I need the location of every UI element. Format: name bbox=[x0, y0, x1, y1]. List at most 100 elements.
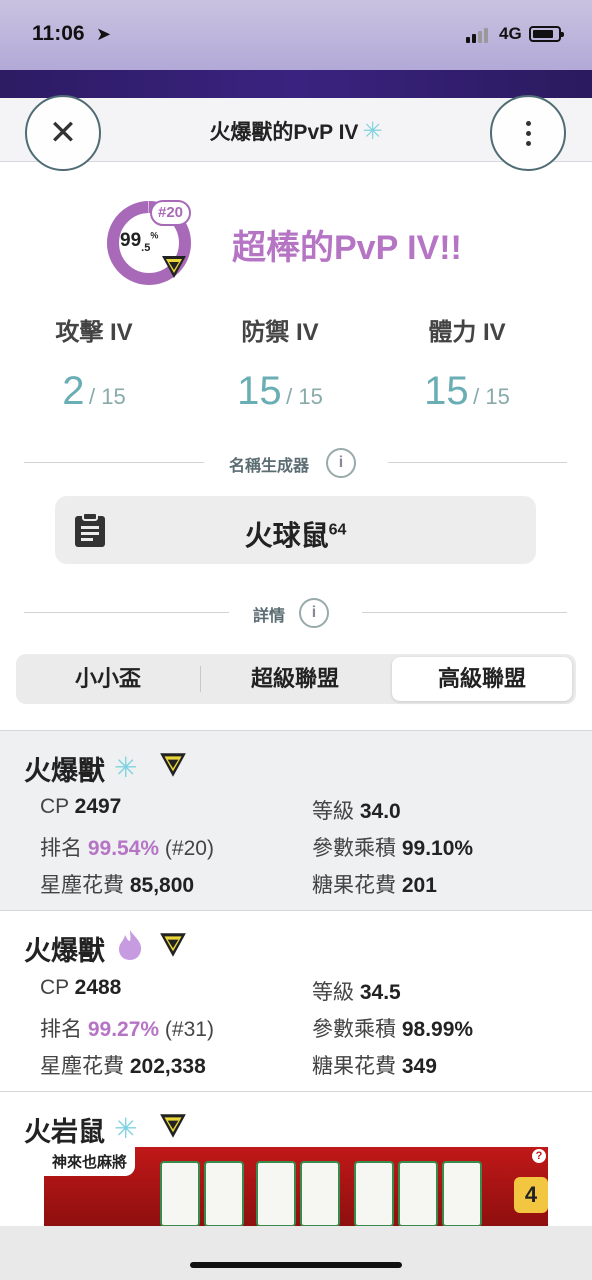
details-section: 詳情 i bbox=[24, 598, 567, 628]
more-options-button[interactable] bbox=[490, 95, 566, 171]
info-icon[interactable]: i bbox=[326, 448, 356, 478]
mahjong-tile bbox=[256, 1161, 296, 1227]
cp-row: CP 2488 bbox=[40, 976, 121, 1000]
league-tab-little[interactable]: 小小盃 bbox=[16, 654, 200, 704]
pokemon-name: 火爆獸 bbox=[24, 936, 105, 966]
rank-row: 排名 99.27% (#31) bbox=[40, 1013, 214, 1043]
dust-value: 85,800 bbox=[129, 874, 195, 897]
stat-value: 98.99% bbox=[401, 1018, 474, 1041]
snowflake-icon: ✳ bbox=[362, 118, 383, 145]
stamina-iv-value: 15 bbox=[424, 369, 469, 413]
dust-row: 星塵花費 202,338 bbox=[40, 1050, 206, 1080]
signal-icon bbox=[466, 28, 488, 43]
name-generator-section: 名稱生成器 i bbox=[24, 448, 567, 478]
mahjong-tile bbox=[398, 1161, 438, 1227]
battery-icon bbox=[529, 26, 564, 42]
dust-row: 星塵花費 85,800 bbox=[40, 869, 194, 899]
league-tab-great[interactable]: 超級聯盟 bbox=[200, 654, 390, 704]
cp-value: 2497 bbox=[74, 795, 122, 818]
divider bbox=[24, 612, 229, 613]
generated-name-suffix: 64 bbox=[328, 521, 347, 539]
attack-iv-label: 攻擊 IV bbox=[55, 319, 133, 346]
stat-product-row: 參數乘積 99.10% bbox=[312, 832, 473, 862]
mahjong-tile bbox=[300, 1161, 340, 1227]
league-tab-ultra[interactable]: 高級聯盟 bbox=[392, 657, 572, 701]
stamina-iv-max: / 15 bbox=[473, 384, 510, 409]
rank-row: 排名 99.54% (#20) bbox=[40, 832, 214, 862]
generated-name-text: 火球鼠 bbox=[244, 520, 329, 551]
dust-label: 星塵花費 bbox=[40, 1055, 124, 1078]
status-bar: 11:06 ➤ 4G bbox=[0, 0, 592, 70]
attack-iv: 攻擊 IV 2 / 15 bbox=[4, 312, 184, 414]
cp-value: 2488 bbox=[74, 976, 122, 999]
candy-value: 349 bbox=[401, 1055, 437, 1078]
rank-pct: 99.27% bbox=[87, 1018, 160, 1041]
divider bbox=[24, 462, 204, 463]
iv-rating-headline: 超棒的PvP IV!! bbox=[232, 229, 462, 267]
rank-badge: #20 bbox=[150, 200, 192, 226]
ad-title: 神來也麻將 bbox=[44, 1147, 136, 1176]
ultra-league-icon bbox=[160, 1114, 186, 1138]
ultra-league-icon bbox=[162, 256, 186, 278]
top-banner bbox=[0, 70, 592, 98]
rank-pct: 99.54% bbox=[87, 837, 160, 860]
divider bbox=[388, 462, 567, 463]
result-card[interactable]: 火爆獸 CP 2488 等級 34.5 排名 99.27% (#31) 參數乘積… bbox=[0, 910, 592, 1091]
level-label: 等級 bbox=[312, 981, 354, 1004]
rank-num: (#31) bbox=[164, 1018, 214, 1041]
result-card[interactable]: 火爆獸 ✳ CP 2497 等級 34.0 排名 99.54% (#20) 參數… bbox=[0, 730, 592, 910]
candy-row: 糖果花費 201 bbox=[312, 869, 437, 899]
advertisement-banner[interactable]: 神來也麻將 ? 4 bbox=[44, 1147, 548, 1227]
stat-label: 參數乘積 bbox=[312, 837, 396, 860]
stamina-iv: 體力 IV 15 / 15 bbox=[377, 312, 557, 414]
close-icon: ✕ bbox=[48, 114, 78, 152]
cp-label: CP bbox=[40, 976, 69, 999]
level-value: 34.5 bbox=[359, 981, 401, 1004]
candy-label: 糖果花費 bbox=[312, 874, 396, 897]
generated-name-box[interactable]: 火球鼠64 bbox=[55, 496, 536, 564]
league-selector: 小小盃 超級聯盟 高級聯盟 bbox=[16, 654, 576, 704]
level-label: 等級 bbox=[312, 800, 354, 823]
stat-label: 參數乘積 bbox=[312, 1018, 396, 1041]
snowflake-icon: ✳ bbox=[114, 1113, 138, 1144]
rank-percent-sign: % bbox=[150, 230, 159, 241]
candy-value: 201 bbox=[401, 874, 437, 897]
attack-iv-value: 2 bbox=[62, 369, 85, 413]
ad-cta-button[interactable]: 4 bbox=[514, 1177, 548, 1213]
defense-iv-value: 15 bbox=[237, 369, 282, 413]
name-generator-heading: 名稱生成器 bbox=[229, 458, 310, 475]
generated-name: 火球鼠64 bbox=[55, 514, 536, 554]
close-button[interactable]: ✕ bbox=[25, 95, 101, 171]
ad-info-icon[interactable]: ? bbox=[532, 1149, 546, 1163]
location-arrow-icon: ➤ bbox=[96, 24, 112, 44]
home-indicator[interactable] bbox=[190, 1262, 402, 1268]
cp-label: CP bbox=[40, 795, 69, 818]
dust-label: 星塵花費 bbox=[40, 874, 124, 897]
network-type: 4G bbox=[499, 24, 522, 43]
stamina-iv-label: 體力 IV bbox=[428, 319, 506, 346]
home-indicator-bar bbox=[0, 1226, 592, 1280]
mahjong-tile bbox=[160, 1161, 200, 1227]
rank-label: 排名 bbox=[40, 1018, 82, 1041]
defense-iv: 防禦 IV 15 / 15 bbox=[190, 312, 370, 414]
rank-label: 排名 bbox=[40, 837, 82, 860]
attack-iv-max: / 15 bbox=[89, 384, 126, 409]
page-title-text: 火爆獸的PvP IV bbox=[209, 121, 359, 144]
rank-percent-main: 99 bbox=[120, 230, 142, 251]
mahjong-tile bbox=[354, 1161, 394, 1227]
divider bbox=[362, 612, 567, 613]
level-row: 等級 34.5 bbox=[312, 976, 401, 1006]
pokemon-name: 火爆獸 bbox=[24, 756, 105, 786]
mahjong-tile bbox=[442, 1161, 482, 1227]
snowflake-icon: ✳ bbox=[114, 752, 138, 783]
status-time: 11:06 bbox=[32, 22, 85, 45]
candy-label: 糖果花費 bbox=[312, 1055, 396, 1078]
pokemon-name: 火岩鼠 bbox=[24, 1117, 105, 1147]
ultra-league-icon bbox=[160, 753, 186, 777]
candy-row: 糖果花費 349 bbox=[312, 1050, 437, 1080]
level-value: 34.0 bbox=[359, 800, 401, 823]
info-icon[interactable]: i bbox=[299, 598, 329, 628]
cp-row: CP 2497 bbox=[40, 795, 121, 819]
stat-value: 99.10% bbox=[401, 837, 474, 860]
defense-iv-label: 防禦 IV bbox=[241, 319, 319, 346]
